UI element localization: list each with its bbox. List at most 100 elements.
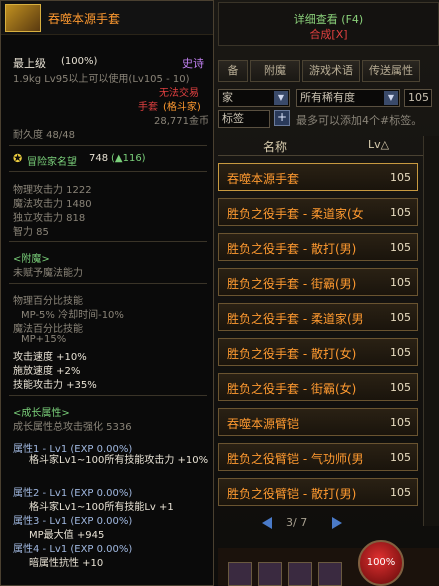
filter-bar: 家 ▼ 所有稀有度 ▼ 105 标签 + 最多可以添加4个#标签。 — [218, 88, 439, 132]
item-class: (格斗家) — [163, 102, 201, 113]
item-name: 吞噬本源手套 — [227, 172, 300, 186]
item-name: 胜负之役臂铠 - 气功师(男 — [227, 452, 364, 466]
divider — [9, 241, 207, 242]
item-name: 胜负之役手套 - 柔道家(女 — [227, 207, 364, 221]
skill-attack-line: 技能攻击力 +35% — [13, 380, 97, 391]
growth-attribute-title: 属性3 - Lv1 (EXP 0.00%) — [13, 516, 133, 527]
item-level: 105 — [390, 206, 411, 219]
growth-attribute-detail: 格斗家Lv1~100所有技能Lv +1 — [29, 502, 174, 513]
weight-requirement: 1.9kg Lv95以上可以使用(Lv105 - 10) — [13, 74, 190, 85]
list-item[interactable]: 胜负之役手套 - 柔道家(女 105 — [218, 198, 418, 226]
compose-button[interactable]: 合成[X] — [219, 26, 438, 42]
gloves-icon — [5, 4, 41, 32]
level-input[interactable]: 105 — [404, 89, 432, 107]
list-item[interactable]: 胜负之役臂铠 - 散打(男) 105 — [218, 478, 418, 506]
quickbar — [218, 548, 439, 586]
tab-equipment[interactable]: 备 — [218, 60, 248, 82]
fame-icon: ✪ — [13, 152, 23, 165]
rarity-select[interactable]: 所有稀有度 ▼ — [296, 89, 400, 107]
grade-label: 最上级 — [13, 57, 46, 70]
rarity-select-value: 所有稀有度 — [300, 91, 355, 104]
fame-label: 冒险家名望 — [27, 157, 77, 168]
list-item[interactable]: 胜负之役手套 - 柔道家(男 105 — [218, 303, 418, 331]
growth-attribute-detail: 暗属性抗性 +10 — [29, 558, 104, 569]
item-name: 吞噬本源臂铠 — [227, 417, 300, 431]
grade-percent: (100%) — [61, 56, 98, 67]
list-item[interactable]: 胜负之役手套 - 街霸(男) 105 — [218, 268, 418, 296]
rarity-label: 史诗 — [182, 57, 204, 70]
skill-slot[interactable] — [318, 562, 342, 586]
item-level: 105 — [390, 451, 411, 464]
magic-pct-skill-detail: MP+15% — [21, 334, 67, 345]
list-item[interactable]: 吞噬本源手套 105 — [218, 163, 418, 191]
skill-slot[interactable] — [288, 562, 312, 586]
durability-label: 耐久度 48/48 — [13, 130, 75, 141]
growth-attribute-title: 属性4 - Lv1 (EXP 0.00%) — [13, 544, 133, 555]
item-name: 胜负之役手套 - 街霸(男) — [227, 277, 357, 291]
tag-select[interactable]: 标签 — [218, 110, 270, 128]
list-item[interactable]: 吞噬本源臂铠 105 — [218, 408, 418, 436]
growth-attribute-detail: MP最大值 +945 — [29, 530, 105, 541]
physical-pct-skill-detail: MP-5% 冷却时间-10% — [21, 310, 124, 321]
item-tooltip: 吞噬本源手套 最上级 (100%) 史诗 1.9kg Lv95以上可以使用(Lv… — [0, 0, 214, 586]
growth-header: <成长属性> — [13, 408, 70, 419]
item-level: 105 — [390, 311, 411, 324]
item-name: 胜负之役手套 - 街霸(女) — [227, 382, 357, 396]
cast-speed-line: 施放速度 +2% — [13, 366, 81, 377]
column-header-name[interactable]: 名称 — [263, 138, 287, 155]
list-item[interactable]: 胜负之役手套 - 散打(男) 105 — [218, 233, 418, 261]
scrollbar[interactable] — [423, 136, 439, 526]
list-item[interactable]: 胜负之役手套 - 散打(女) 105 — [218, 338, 418, 366]
detail-view-button[interactable]: 详细查看 (F4) — [219, 11, 438, 27]
chevron-down-icon[interactable]: ▼ — [274, 91, 288, 105]
growth-total: 成长属性总攻击强化 5336 — [13, 422, 132, 433]
growth-attribute-title: 属性1 - Lv1 (EXP 0.00%) — [13, 444, 133, 455]
stat-line: 独立攻击力 818 — [13, 213, 86, 224]
hp-orb: 100% — [358, 540, 404, 586]
divider — [9, 395, 207, 396]
item-name: 胜负之役手套 - 散打(女) — [227, 347, 357, 361]
stat-line: 物理攻击力 1222 — [13, 185, 92, 196]
growth-attribute-title: 属性2 - Lv1 (EXP 0.00%) — [13, 488, 133, 499]
divider — [9, 145, 207, 146]
skill-slot[interactable] — [258, 562, 282, 586]
prev-page-icon[interactable] — [262, 517, 272, 529]
next-page-icon[interactable] — [332, 517, 342, 529]
item-level: 105 — [390, 381, 411, 394]
pagination: 3/ 7 — [218, 514, 418, 534]
item-level: 105 — [390, 416, 411, 429]
divider — [9, 171, 207, 172]
job-select[interactable]: 家 ▼ — [218, 89, 290, 107]
item-detail-panel: 详细查看 (F4) 合成[X] — [218, 2, 439, 46]
tab-teleport-attributes[interactable]: 传送属性 — [362, 60, 420, 82]
stat-line: 魔法攻击力 1480 — [13, 199, 92, 210]
add-tag-button[interactable]: + — [274, 110, 290, 126]
item-name: 胜负之役手套 - 柔道家(男 — [227, 312, 364, 326]
magic-pct-skill-header: 魔法百分比技能 — [13, 324, 83, 335]
column-header-level[interactable]: Lv△ — [368, 138, 389, 151]
skill-slot[interactable] — [228, 562, 252, 586]
chevron-down-icon[interactable]: ▼ — [384, 91, 398, 105]
price-label: 28,771金币 — [154, 116, 209, 127]
item-level: 105 — [390, 241, 411, 254]
tooltip-header: 吞噬本源手套 — [1, 1, 213, 35]
item-title: 吞噬本源手套 — [48, 12, 121, 26]
tag-select-value: 标签 — [222, 112, 244, 125]
growth-attribute-detail: 格斗家Lv1~100所有技能攻击力 +10% — [29, 455, 209, 466]
enchant-header: <附魔> — [13, 254, 50, 265]
tab-game-terms[interactable]: 游戏术语 — [302, 60, 360, 82]
list-item[interactable]: 胜负之役臂铠 - 气功师(男 105 — [218, 443, 418, 471]
item-level: 105 — [390, 171, 411, 184]
list-item[interactable]: 胜负之役手套 - 街霸(女) 105 — [218, 373, 418, 401]
physical-pct-skill-header: 物理百分比技能 — [13, 296, 83, 307]
fame-value: 748 — [89, 153, 109, 164]
list-header: 名称 Lv△ — [218, 136, 423, 156]
tab-enchant[interactable]: 附魔 — [250, 60, 300, 82]
item-level: 105 — [390, 486, 411, 499]
no-trade-label: 无法交易 — [159, 88, 199, 99]
divider — [9, 283, 207, 284]
item-name: 胜负之役手套 - 散打(男) — [227, 242, 357, 256]
tag-hint: 最多可以添加4个#标签。 — [296, 114, 423, 127]
attack-speed-line: 攻击速度 +10% — [13, 352, 87, 363]
item-type: 手套 — [138, 102, 158, 113]
